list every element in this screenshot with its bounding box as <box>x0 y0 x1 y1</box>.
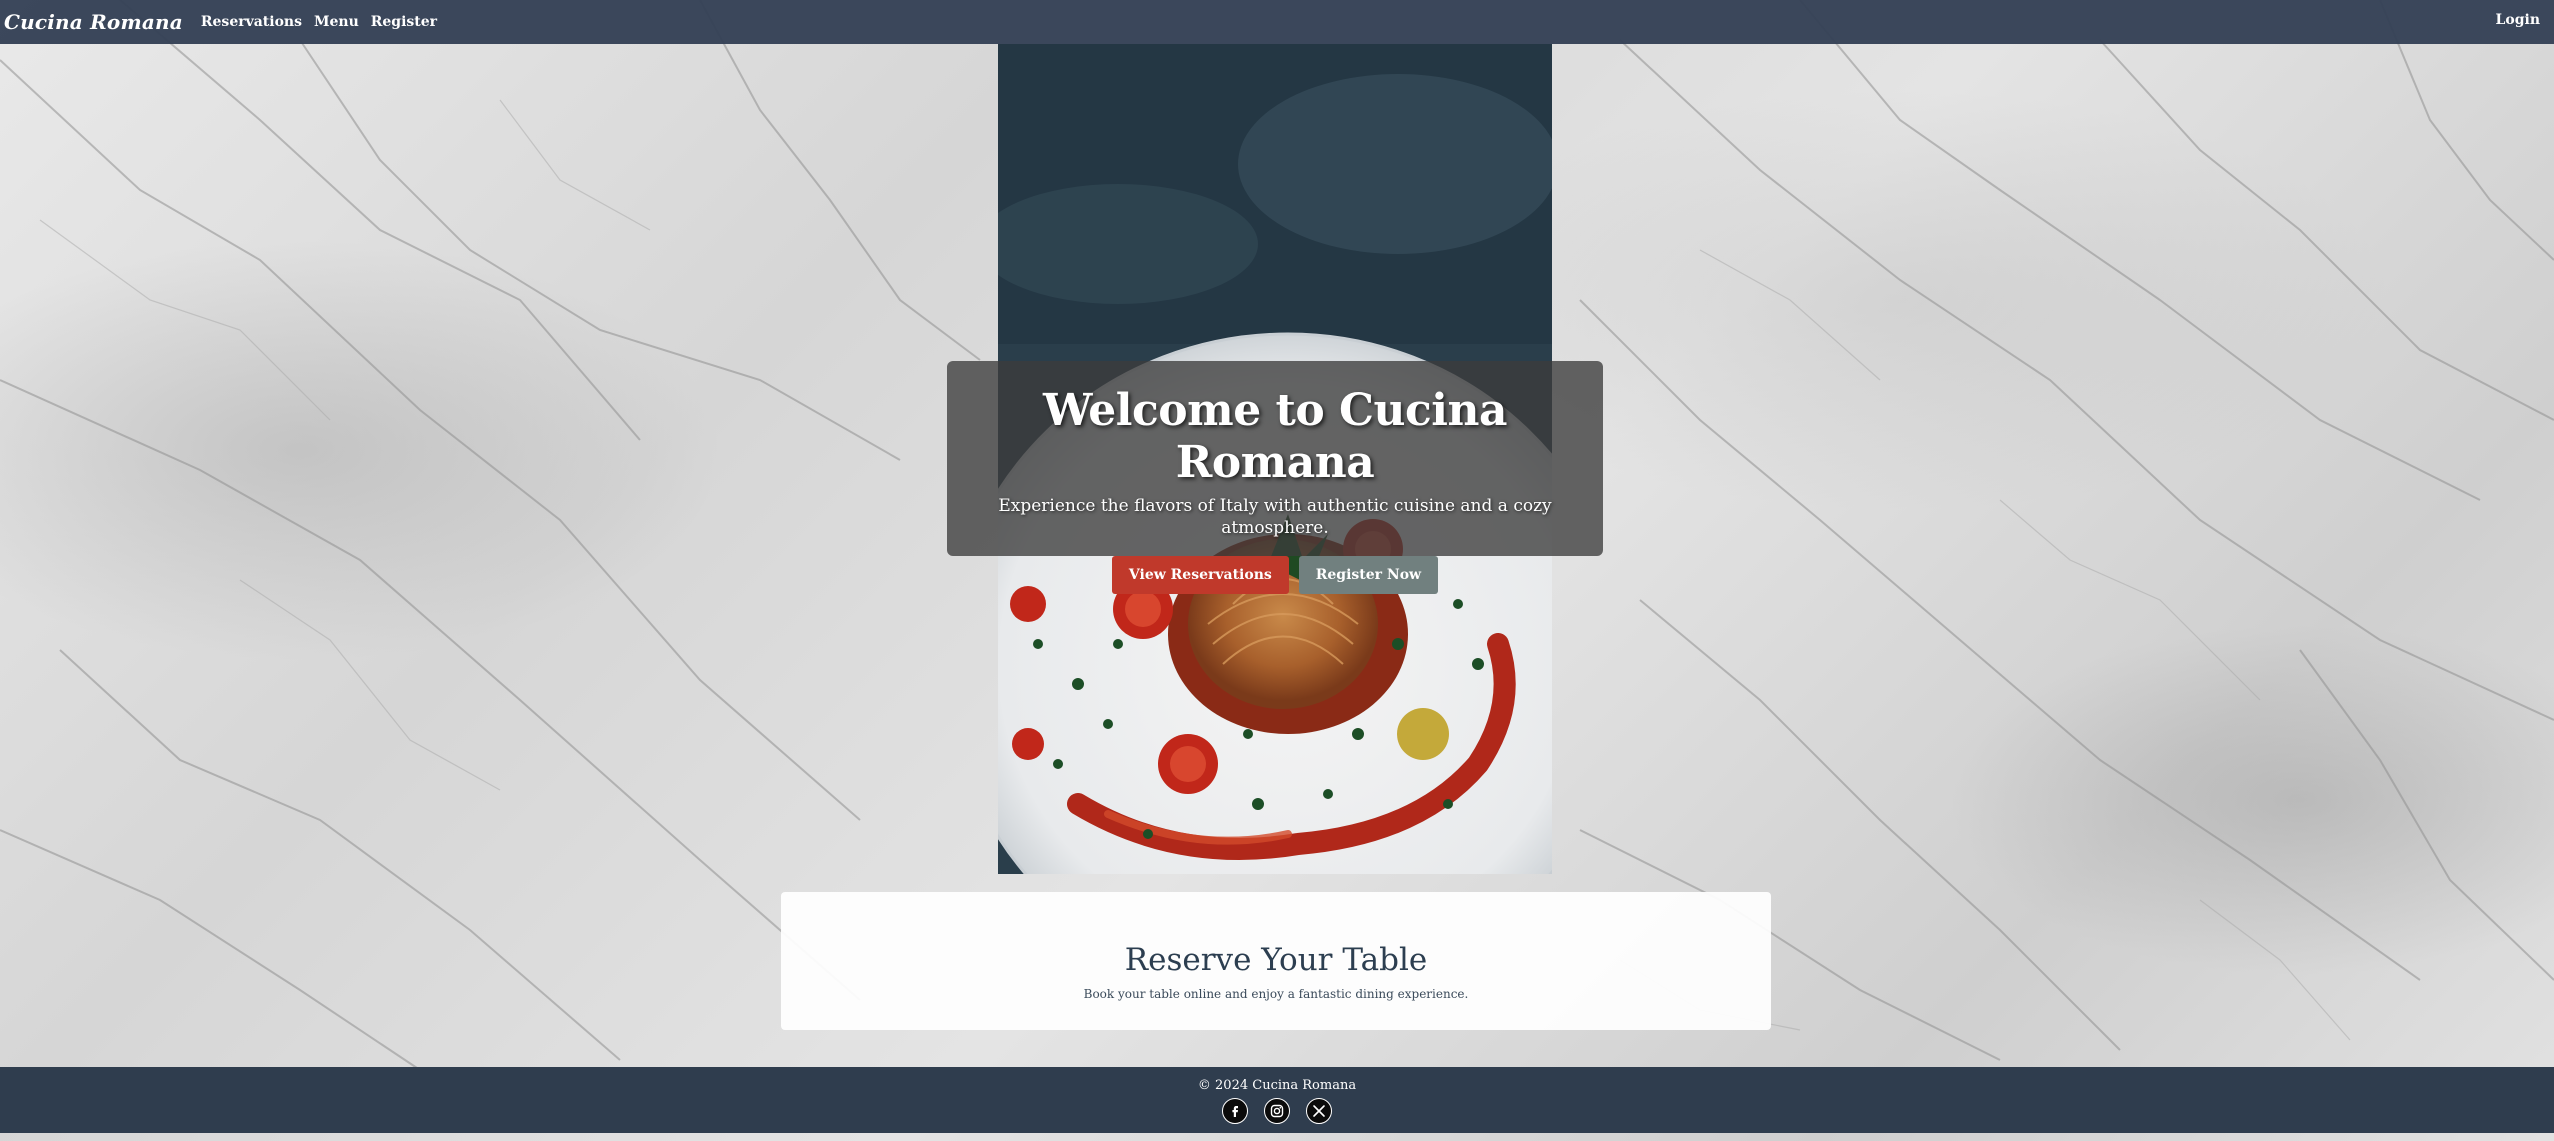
hero-subtitle: Experience the flavors of Italy with aut… <box>998 496 1552 538</box>
reserve-title: Reserve Your Table <box>1124 942 1428 978</box>
hero-title: Welcome to Cucina Romana <box>1042 385 1508 488</box>
instagram-icon[interactable] <box>1264 1098 1290 1124</box>
facebook-icon[interactable] <box>1222 1098 1248 1124</box>
login-link[interactable]: Login <box>2496 12 2540 28</box>
brand-logo[interactable]: Cucina Romana <box>4 10 183 34</box>
hero-overlay: Welcome to Cucina Romana Experience the … <box>947 361 1603 594</box>
register-now-button[interactable]: Register Now <box>1298 556 1439 594</box>
nav-link-register[interactable]: Register <box>371 14 437 30</box>
top-navbar: Cucina Romana Reservations Menu Register… <box>0 0 2554 44</box>
view-reservations-button[interactable]: View Reservations <box>1111 556 1289 594</box>
page-footer: © 2024 Cucina Romana <box>0 1067 2554 1133</box>
reserve-table-card: Reserve Your Table Book your table onlin… <box>781 892 1771 1030</box>
x-icon[interactable] <box>1306 1098 1332 1124</box>
reserve-description: Book your table online and enjoy a fanta… <box>1083 987 1469 1001</box>
copyright-text: © 2024 Cucina Romana <box>1197 1078 1357 1093</box>
nav-links: Reservations Menu Register <box>201 14 437 30</box>
nav-link-reservations[interactable]: Reservations <box>201 14 302 30</box>
hero-buttons: View Reservations Register Now <box>947 556 1603 594</box>
social-links <box>0 1098 2554 1124</box>
nav-link-menu[interactable]: Menu <box>314 14 359 30</box>
